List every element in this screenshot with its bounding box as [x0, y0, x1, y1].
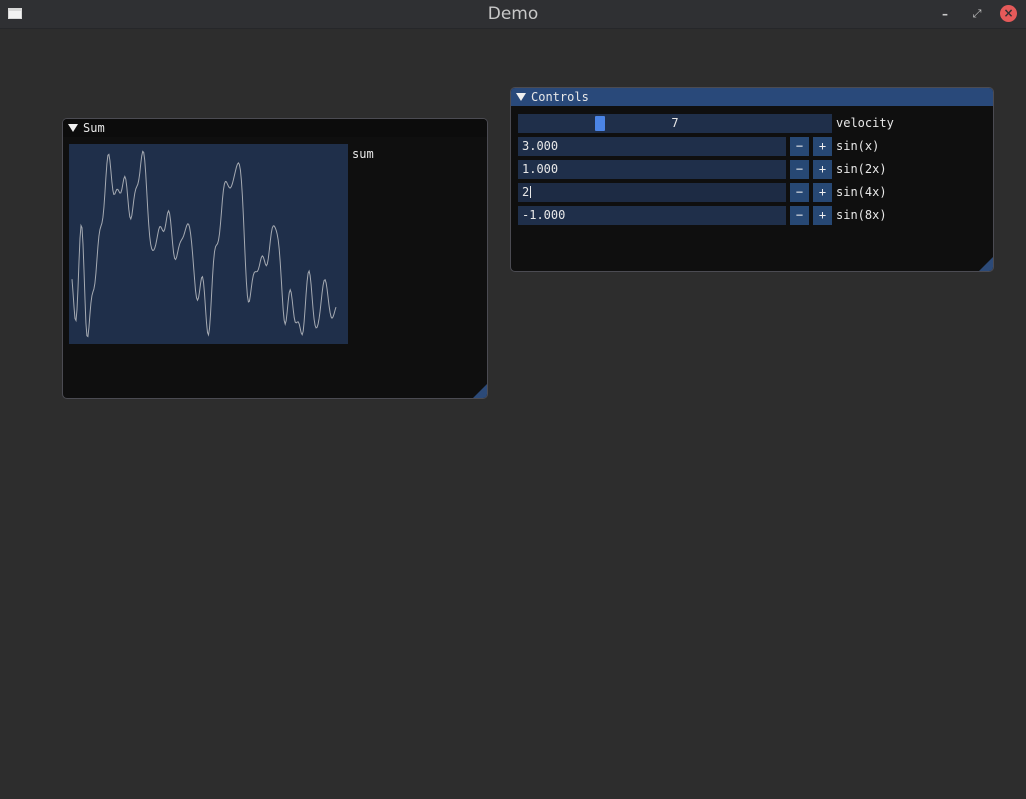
velocity-slider[interactable]: 7: [518, 114, 832, 133]
sin-8x-increment-button[interactable]: +: [813, 206, 832, 225]
collapse-triangle-icon[interactable]: [68, 124, 78, 132]
sin-x-increment-button[interactable]: +: [813, 137, 832, 156]
velocity-value: 7: [671, 116, 679, 130]
resize-grip[interactable]: [979, 257, 993, 271]
sin-x-input[interactable]: 3.000: [518, 137, 786, 156]
controls-window-title: Controls: [531, 90, 589, 104]
window-titlebar: Demo – ⤢ ×: [0, 0, 1026, 29]
sin-2x-label: sin(2x): [836, 162, 887, 176]
sin-4x-increment-button[interactable]: +: [813, 183, 832, 202]
sin-2x-input[interactable]: 1.000: [518, 160, 786, 179]
sin-x-label: sin(x): [836, 139, 880, 153]
sin-4x-input-text: 2: [522, 185, 530, 199]
plot-label: sum: [352, 147, 374, 161]
window-title: Demo: [487, 4, 539, 24]
sum-series-line: [71, 150, 337, 338]
sin-2x-decrement-button[interactable]: −: [790, 160, 809, 179]
collapse-triangle-icon[interactable]: [516, 93, 526, 101]
sin-4x-input[interactable]: 2: [518, 183, 786, 202]
controls-window[interactable]: Controls 7 velocity 3.000 − + sin(x) 1.0…: [510, 87, 994, 272]
sin-4x-decrement-button[interactable]: −: [790, 183, 809, 202]
sum-window-titlebar[interactable]: Sum: [63, 119, 487, 137]
sum-window-title: Sum: [83, 121, 105, 135]
sum-plot[interactable]: [69, 144, 348, 344]
sin-8x-label: sin(8x): [836, 208, 887, 222]
controls-window-titlebar[interactable]: Controls: [511, 88, 993, 106]
sin-x-decrement-button[interactable]: −: [790, 137, 809, 156]
velocity-label: velocity: [836, 116, 894, 130]
sin-8x-decrement-button[interactable]: −: [790, 206, 809, 225]
resize-grip[interactable]: [473, 384, 487, 398]
text-caret: [530, 186, 532, 198]
sum-plot-svg: [71, 150, 337, 338]
close-button[interactable]: ×: [1000, 5, 1017, 22]
sin-4x-label: sin(4x): [836, 185, 887, 199]
sum-window[interactable]: Sum sum: [62, 118, 488, 399]
minimize-button[interactable]: –: [936, 5, 954, 23]
sin-8x-input[interactable]: -1.000: [518, 206, 786, 225]
sin-2x-increment-button[interactable]: +: [813, 160, 832, 179]
restore-button[interactable]: ⤢: [968, 5, 986, 23]
app-canvas: Sum sum Controls 7 velocity 3.000 − + si…: [0, 29, 1026, 799]
